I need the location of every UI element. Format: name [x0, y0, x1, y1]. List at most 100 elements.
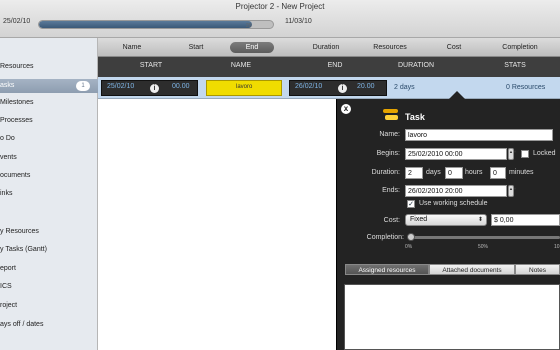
- sidebar-item-processes[interactable]: Processes: [0, 114, 98, 128]
- tab-name[interactable]: Name: [110, 42, 154, 53]
- column-end[interactable]: END: [312, 62, 358, 69]
- task-icon: [383, 109, 398, 121]
- duration-value: 2 days: [394, 84, 415, 91]
- begins-date-field[interactable]: [405, 148, 507, 160]
- sidebar-item-label: Milestones: [0, 99, 34, 106]
- sidebar-item-label: eport: [0, 265, 16, 272]
- working-schedule-checkbox[interactable]: ✓: [407, 200, 415, 208]
- sort-tabs-bar: Name Start End Duration Resources Cost C…: [98, 38, 560, 57]
- name-label: Name:: [379, 131, 400, 138]
- title-bar: Projector 2 - New Project 25/02/10 20 11…: [0, 0, 560, 38]
- tab-duration[interactable]: Duration: [302, 42, 350, 53]
- sidebar-item-label: ays off / dates: [0, 321, 44, 328]
- popover-arrow: [449, 91, 465, 99]
- tab-end[interactable]: End: [230, 42, 274, 53]
- sidebar-item-links[interactable]: inks: [0, 187, 98, 201]
- timeline-fill: [39, 21, 252, 28]
- tab-cost[interactable]: Cost: [436, 42, 472, 53]
- sidebar-item-label: Processes: [0, 117, 33, 124]
- tasks-count-badge: 1: [76, 81, 90, 91]
- minutes-unit-label: minutes: [509, 169, 534, 176]
- sidebar-item-todo[interactable]: o Do: [0, 132, 98, 146]
- days-unit-label: days: [426, 169, 441, 176]
- info-icon[interactable]: i: [338, 84, 347, 93]
- hours-unit-label: hours: [465, 169, 483, 176]
- sidebar-item-my-tasks-gantt[interactable]: y Tasks (Gantt): [0, 243, 98, 257]
- sidebar-item-label: ICS: [0, 283, 12, 290]
- project-timeline-bar[interactable]: [38, 20, 274, 29]
- sidebar-item-documents[interactable]: ocuments: [0, 169, 98, 183]
- sidebar-item-tasks[interactable]: asks 1: [0, 79, 98, 93]
- locked-checkbox[interactable]: [521, 150, 529, 158]
- popover-title: Task: [405, 112, 425, 122]
- ends-stepper-icon[interactable]: ▲▼: [508, 185, 517, 197]
- ends-date-field[interactable]: [405, 185, 507, 197]
- close-icon[interactable]: x: [341, 104, 351, 114]
- sidebar-item-events[interactable]: vents: [0, 151, 98, 165]
- sidebar-item-label: Resources: [0, 63, 34, 70]
- end-date-value: 26/02/10: [295, 83, 323, 90]
- completion-label: Completion:: [366, 234, 404, 241]
- tick-label-50: 50%: [478, 244, 489, 250]
- start-cell[interactable]: 25/02/10 i 00.00: [101, 80, 198, 96]
- cost-label: Cost:: [383, 217, 400, 224]
- cost-value-input[interactable]: [491, 214, 560, 226]
- working-schedule-label: Use working schedule: [419, 200, 488, 207]
- stats-value: 0 Resources: [506, 84, 546, 91]
- sidebar-item-label: vents: [0, 154, 17, 161]
- start-date-value: 25/02/10: [107, 83, 135, 90]
- sidebar-item-label: ocuments: [0, 172, 31, 179]
- start-time-value: 00.00: [172, 83, 190, 90]
- info-icon[interactable]: i: [150, 84, 159, 93]
- begins-stepper-icon[interactable]: ▲▼: [508, 148, 517, 160]
- completion-slider[interactable]: [409, 236, 560, 239]
- tab-notes[interactable]: Notes: [515, 264, 560, 275]
- cost-type-select[interactable]: Fixed ⬍: [405, 214, 487, 226]
- tab-resources[interactable]: Resources: [364, 42, 416, 53]
- duration-days-input[interactable]: [405, 167, 423, 179]
- begins-label: Begins:: [376, 150, 400, 157]
- column-header: START NAME END DURATION STATS: [98, 57, 560, 77]
- tab-assigned-resources[interactable]: Assigned resources: [345, 264, 429, 275]
- task-name-cell[interactable]: lavoro: [206, 80, 282, 96]
- sidebar-item-report[interactable]: eport: [0, 262, 98, 276]
- sidebar-item-project[interactable]: roject: [0, 299, 98, 313]
- tick-label-0: 0%: [405, 244, 413, 250]
- ends-label: Ends:: [382, 187, 400, 194]
- window-title: Projector 2 - New Project: [235, 2, 325, 11]
- sidebar-item-ics[interactable]: ICS: [0, 280, 98, 294]
- task-name-value: lavoro: [236, 84, 253, 90]
- tab-attached-documents[interactable]: Attached documents: [429, 264, 515, 275]
- sidebar-item-label: roject: [0, 302, 18, 309]
- sidebar-item-resources[interactable]: Resources: [0, 60, 98, 74]
- end-cell[interactable]: 26/02/10 i 20.00: [289, 80, 387, 96]
- duration-label: Duration:: [371, 169, 400, 176]
- tick-label-100: 10: [554, 244, 560, 250]
- sidebar-item-label: y Tasks (Gantt): [0, 246, 47, 253]
- locked-label: Locked: [533, 150, 556, 157]
- column-stats[interactable]: STATS: [492, 62, 538, 69]
- sidebar-item-milestones[interactable]: Milestones: [0, 96, 98, 110]
- cost-type-value: Fixed: [410, 216, 428, 223]
- completion-slider-knob[interactable]: [407, 233, 415, 241]
- table-row[interactable]: 25/02/10 i 00.00 lavoro 26/02/10 i 20.00…: [98, 77, 560, 99]
- sidebar-item-label: y Resources: [0, 228, 39, 235]
- chevron-updown-icon: ⬍: [477, 217, 483, 223]
- end-time-value: 20.00: [357, 83, 375, 90]
- sidebar-item-days-off[interactable]: ays off / dates: [0, 318, 98, 332]
- project-start-date: 25/02/10: [3, 18, 31, 25]
- sidebar-item-label: o Do: [0, 135, 15, 142]
- tab-start[interactable]: Start: [174, 42, 218, 53]
- sidebar-item-label: inks: [0, 190, 13, 197]
- tab-completion[interactable]: Completion: [494, 42, 546, 53]
- task-name-input[interactable]: [405, 129, 553, 141]
- column-name[interactable]: NAME: [218, 62, 264, 69]
- sidebar-item-my-resources[interactable]: y Resources: [0, 225, 98, 239]
- assigned-resources-pane: [344, 284, 560, 350]
- duration-minutes-input[interactable]: [490, 167, 506, 179]
- column-start[interactable]: START: [128, 62, 174, 69]
- project-end-date: 11/03/10: [285, 18, 312, 25]
- timeline-tick-label: 20: [246, 23, 252, 29]
- duration-hours-input[interactable]: [445, 167, 463, 179]
- column-duration[interactable]: DURATION: [388, 62, 444, 69]
